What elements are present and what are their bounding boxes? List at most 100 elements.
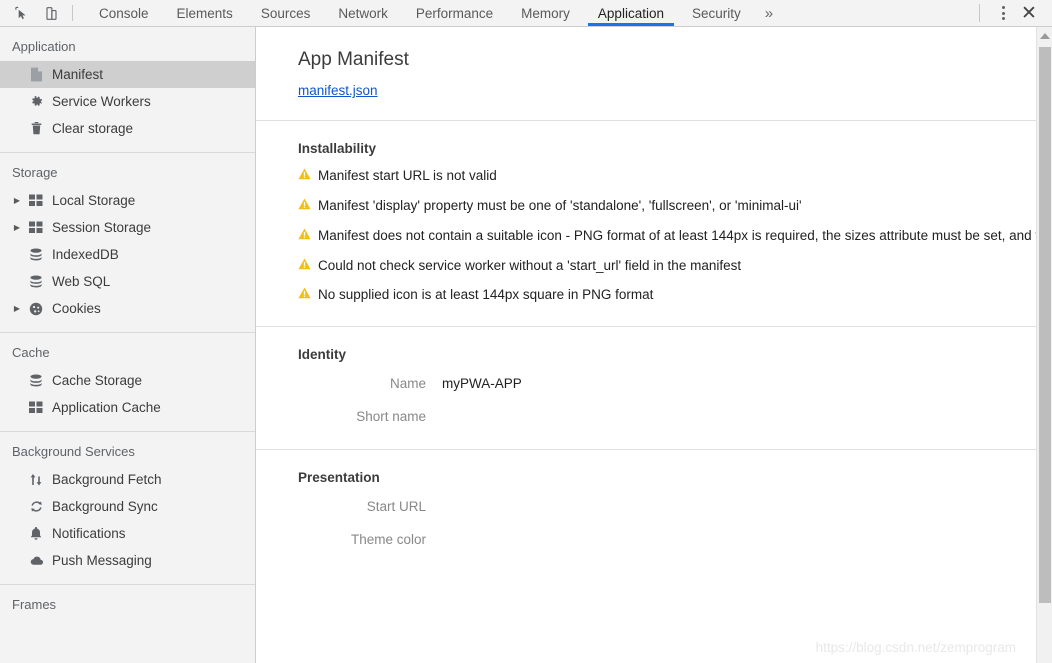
installability-section: Installability Manifest start URL is not… (256, 120, 1036, 326)
tab-label: Console (99, 5, 149, 21)
warning-text: Could not check service worker without a… (318, 257, 742, 273)
sidebar-section-title: Cache (12, 345, 50, 360)
sidebar-section-title: Frames (12, 597, 57, 612)
sidebar-item-label: Service Workers (52, 94, 151, 109)
sidebar-item-web-sql[interactable]: ▶ Web SQL (0, 268, 255, 295)
tab-security[interactable]: Security (678, 0, 755, 26)
tab-label: Elements (176, 5, 233, 21)
tab-performance[interactable]: Performance (402, 0, 507, 26)
expand-arrow-icon[interactable]: ▶ (10, 196, 24, 205)
inspect-cursor-icon[interactable] (8, 2, 34, 24)
devtools-body: Application ▶ Manifest ▶ Service Workers (0, 27, 1052, 663)
sidebar-item-notifications[interactable]: ▶ Notifications (0, 520, 255, 547)
warning-triangle-icon (298, 258, 311, 274)
sidebar-item-label: IndexedDB (52, 247, 119, 262)
identity-field-name: Name myPWA-APP (298, 367, 1036, 400)
vertical-dots-icon[interactable] (992, 1, 1014, 25)
tab-memory[interactable]: Memory (507, 0, 584, 26)
sidebar-item-label: Application Cache (52, 400, 161, 415)
table-icon (24, 221, 48, 234)
sidebar-item-session-storage[interactable]: ▶ Session Storage (0, 214, 255, 241)
expand-arrow-icon[interactable]: ▶ (10, 223, 24, 232)
sidebar-section-title: Application (12, 39, 76, 54)
manifest-json-link[interactable]: manifest.json (298, 83, 378, 98)
sidebar-item-cache-storage[interactable]: ▶ Cache Storage (0, 367, 255, 394)
sidebar-item-clear-storage[interactable]: ▶ Clear storage (0, 115, 255, 142)
presentation-field-start-url: Start URL (298, 490, 1036, 523)
sidebar-item-background-sync[interactable]: ▶ Background Sync (0, 493, 255, 520)
warning-text: Manifest does not contain a suitable ico… (318, 227, 1036, 243)
sidebar-item-label: Cache Storage (52, 373, 143, 388)
sidebar-item-label: Background Fetch (52, 472, 162, 487)
installability-heading: Installability (298, 141, 377, 156)
sidebar-item-cookies[interactable]: ▶ Cookies (0, 295, 255, 322)
table-icon (24, 401, 48, 414)
sidebar-item-indexeddb[interactable]: ▶ IndexedDB (0, 241, 255, 268)
presentation-heading: Presentation (298, 470, 380, 486)
main-scrollbar[interactable] (1036, 27, 1052, 663)
panel-tabs: Console Elements Sources Network Perform… (85, 0, 979, 26)
field-value: myPWA-APP (442, 376, 522, 392)
database-icon (24, 248, 48, 262)
sidebar-item-label: Notifications (52, 526, 126, 541)
tab-application[interactable]: Application (584, 0, 678, 26)
installability-warning: Manifest start URL is not valid (298, 161, 1036, 191)
cookie-icon (24, 302, 48, 316)
identity-heading: Identity (298, 347, 347, 363)
field-label: Name (389, 376, 426, 392)
sidebar-item-label: Local Storage (52, 193, 136, 208)
devtools-window: Console Elements Sources Network Perform… (0, 0, 1052, 663)
watermark-text: https://blog.csdn.net/zemprogram (815, 640, 1016, 655)
document-icon (24, 67, 48, 82)
installability-warning: Could not check service worker without a… (298, 251, 1036, 281)
device-toolbar-icon[interactable] (38, 2, 64, 24)
more-tabs-icon[interactable]: » (755, 0, 783, 26)
installability-warning: Manifest does not contain a suitable ico… (298, 221, 1036, 251)
page-title: App Manifest (298, 49, 409, 70)
scroll-up-arrow-icon[interactable] (1037, 27, 1052, 44)
sidebar-section-title: Background Services (12, 444, 135, 459)
trash-icon (24, 121, 48, 136)
installability-warning: Manifest 'display' property must be one … (298, 191, 1036, 221)
tab-label: Network (338, 5, 388, 21)
sidebar-item-label: Cookies (52, 301, 101, 316)
tab-label: Performance (415, 5, 494, 21)
gear-icon (24, 94, 48, 109)
sidebar-item-label: Session Storage (52, 220, 152, 235)
identity-section: Identity Name myPWA-APP Short name (256, 326, 1036, 449)
sidebar-item-label: Background Sync (52, 499, 158, 514)
close-icon[interactable]: ✕ (1016, 1, 1042, 25)
presentation-field-theme-color: Theme color (298, 523, 1036, 556)
sidebar-item-manifest[interactable]: ▶ Manifest (0, 61, 255, 88)
tab-label: Security (691, 5, 741, 21)
toolbar-divider-right (979, 4, 980, 22)
tab-console[interactable]: Console (85, 0, 163, 26)
expand-arrow-icon[interactable]: ▶ (10, 304, 24, 313)
cloud-icon (24, 555, 48, 567)
sidebar-item-background-fetch[interactable]: ▶ Background Fetch (0, 466, 255, 493)
sidebar-item-label: Push Messaging (52, 553, 152, 568)
sidebar-item-service-workers[interactable]: ▶ Service Workers (0, 88, 255, 115)
database-icon (24, 374, 48, 388)
tab-elements[interactable]: Elements (163, 0, 247, 26)
sidebar-item-push-messaging[interactable]: ▶ Push Messaging (0, 547, 255, 574)
tab-label: Application (597, 5, 664, 21)
presentation-section: Presentation Start URL Theme color (256, 449, 1036, 556)
sidebar-section-background-services: Background Services ▶ Background Fetch ▶… (0, 431, 255, 584)
sidebar-item-label: Web SQL (52, 274, 111, 289)
database-icon (24, 275, 48, 289)
warning-text: Manifest 'display' property must be one … (318, 197, 802, 213)
warning-text: Manifest start URL is not valid (318, 168, 497, 183)
tab-network[interactable]: Network (324, 0, 402, 26)
scrollbar-thumb[interactable] (1039, 47, 1051, 603)
sidebar-item-application-cache[interactable]: ▶ Application Cache (0, 394, 255, 421)
sidebar-item-local-storage[interactable]: ▶ Local Storage (0, 187, 255, 214)
tab-sources[interactable]: Sources (247, 0, 325, 26)
field-label: Theme color (350, 532, 426, 548)
bell-icon (24, 526, 48, 541)
field-label: Start URL (366, 499, 426, 515)
identity-field-short-name: Short name (298, 400, 1036, 433)
toolbar-right-controls: ✕ (979, 0, 1052, 26)
manifest-header-block: App Manifest manifest.json (256, 27, 1036, 120)
application-sidebar: Application ▶ Manifest ▶ Service Workers (0, 27, 256, 663)
